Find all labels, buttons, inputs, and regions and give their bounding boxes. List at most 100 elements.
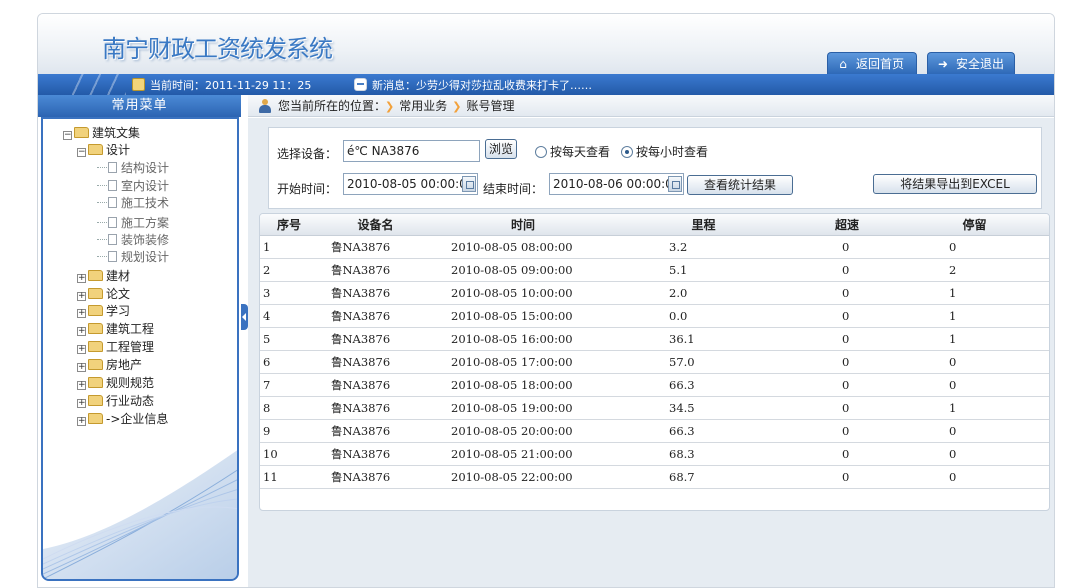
tree-node[interactable]: + 行业动态 (77, 393, 154, 410)
calendar-picker-icon[interactable] (462, 176, 476, 192)
tree-leaf[interactable]: 规划设计 (97, 249, 169, 266)
tree-node[interactable]: + 论文 (77, 286, 130, 303)
collapse-icon[interactable]: − (63, 131, 72, 140)
table-cell: 68.7 (613, 465, 794, 489)
app-title: 南宁财政工资统发系统 (102, 35, 333, 63)
tree-node[interactable]: + 学习 (77, 303, 130, 320)
table-cell: 0 (794, 327, 900, 351)
main-content: 您当前所在的位置： ❯ 常用业务 ❯ 账号管理 选择设备： é℃ NA3876 浏览 按… (248, 95, 1054, 587)
radio-checked-icon[interactable] (621, 146, 633, 158)
results-table: 序号 设备名 时间 里程 超速 停留 1 鲁NA3876 2010-08-05 08… (260, 214, 1049, 489)
start-time-input[interactable]: 2010-08-05 00:00:00 (343, 173, 478, 195)
calendar-picker-icon[interactable] (668, 176, 682, 192)
tree-node-label: 建筑文集 (92, 126, 141, 140)
current-time-text: 当前时间：2011-11-29 11：25 (150, 79, 312, 92)
sidebar-title: 常用菜单 (38, 95, 241, 117)
message-icon (354, 78, 367, 91)
expand-icon[interactable]: + (77, 309, 86, 318)
table-cell: 1 (900, 327, 1049, 351)
table-row[interactable]: 7 鲁NA3876 2010-08-05 18:00:00 66.3 0 0 (260, 373, 1049, 397)
expand-icon[interactable]: + (77, 381, 86, 390)
table-cell: 3.2 (613, 235, 794, 259)
tree-node[interactable]: + 建筑工程 (77, 321, 154, 338)
table-row[interactable]: 9 鲁NA3876 2010-08-05 20:00:00 66.3 0 0 (260, 419, 1049, 443)
folder-icon (88, 377, 103, 388)
decorative-swirl (43, 450, 237, 579)
table-row[interactable]: 10 鲁NA3876 2010-08-05 21:00:00 68.3 0 0 (260, 442, 1049, 466)
table-cell: 0 (794, 396, 900, 420)
table-cell: 0 (794, 419, 900, 443)
folder-icon (88, 270, 103, 281)
news-ticker[interactable]: 新消息：少劳少得对莎拉乱收费来打卡了…… (354, 77, 592, 93)
document-icon (108, 251, 117, 262)
table-row[interactable]: 4 鲁NA3876 2010-08-05 15:00:00 0.0 0 1 (260, 304, 1049, 328)
device-input[interactable]: é℃ NA3876 (343, 140, 480, 162)
expand-icon[interactable]: + (77, 274, 86, 283)
start-time-label: 开始时间： (277, 182, 338, 196)
expand-icon[interactable]: + (77, 292, 86, 301)
tree-leaf[interactable]: 结构设计 (97, 160, 169, 177)
table-cell: 鲁NA3876 (318, 442, 433, 466)
table-row[interactable]: 11 鲁NA3876 2010-08-05 22:00:00 68.7 0 0 (260, 465, 1049, 489)
tree-node[interactable]: + 工程管理 (77, 339, 154, 356)
column-header: 里程 (613, 214, 794, 236)
radio-by-day[interactable]: 按每天查看 (535, 143, 610, 160)
tree-node[interactable]: + 房地产 (77, 357, 142, 374)
document-icon (108, 217, 117, 228)
results-table-panel: 序号 设备名 时间 里程 超速 停留 1 鲁NA3876 2010-08-05 08… (259, 213, 1050, 511)
table-cell: 34.5 (613, 396, 794, 420)
tree-leaf[interactable]: 施工技术 (97, 195, 169, 212)
tree-node-label: 学习 (106, 304, 131, 318)
browse-button[interactable]: 浏览 (485, 139, 517, 159)
tree-leaf[interactable]: 装饰装修 (97, 232, 169, 249)
table-cell: 0 (900, 442, 1049, 466)
tree-leaf[interactable]: 室内设计 (97, 178, 169, 195)
tree-node-design[interactable]: − 设计 (77, 142, 130, 159)
expand-icon[interactable]: + (77, 417, 86, 426)
table-cell: 鲁NA3876 (318, 258, 433, 282)
sidebar-collapse-handle[interactable] (241, 304, 248, 330)
table-cell: 鲁NA3876 (318, 235, 433, 259)
expand-icon[interactable]: + (77, 399, 86, 408)
radio-circle-icon[interactable] (535, 146, 547, 158)
radio-by-hour[interactable]: 按每小时查看 (621, 143, 708, 160)
logout-button[interactable]: ➜ 安全退出 (927, 52, 1015, 74)
export-excel-button[interactable]: 将结果导出到EXCEL (873, 174, 1037, 194)
end-time-input[interactable]: 2010-08-06 00:00:00 (549, 173, 684, 195)
table-cell: 2 (260, 258, 318, 282)
table-cell: 1 (900, 396, 1049, 420)
table-cell: 2 (900, 258, 1049, 282)
decorative-stripes (66, 74, 126, 95)
table-row[interactable]: 1 鲁NA3876 2010-08-05 08:00:00 3.2 0 0 (260, 235, 1049, 259)
news-text[interactable]: 新消息：少劳少得对莎拉乱收费来打卡了…… (372, 79, 592, 92)
table-cell: 2010-08-05 08:00:00 (433, 235, 613, 259)
menu-tree-panel: − 建筑文集 − 设计 结构设计 室内设计 施工技术 施工方案 装饰装修 规划设计 … (41, 117, 239, 581)
content-body: 选择设备： é℃ NA3876 浏览 按每天查看 按每小时查看 开始时间： 20… (248, 118, 1054, 587)
table-cell: 8 (260, 396, 318, 420)
tree-node[interactable]: + 建材 (77, 268, 130, 285)
expand-icon[interactable]: + (77, 327, 86, 336)
expand-icon[interactable]: + (77, 345, 86, 354)
table-cell: 68.3 (613, 442, 794, 466)
table-row[interactable]: 2 鲁NA3876 2010-08-05 09:00:00 5.1 0 2 (260, 258, 1049, 282)
table-cell: 0 (794, 442, 900, 466)
folder-icon (88, 359, 103, 370)
table-row[interactable]: 8 鲁NA3876 2010-08-05 19:00:00 34.5 0 1 (260, 396, 1049, 420)
tree-node[interactable]: + 规则规范 (77, 375, 154, 392)
expand-icon[interactable]: + (77, 363, 86, 372)
query-results-button[interactable]: 查看统计结果 (687, 175, 793, 195)
home-button[interactable]: ⌂ 返回首页 (827, 52, 917, 74)
folder-open-icon (74, 127, 89, 138)
tree-leaf[interactable]: 施工方案 (97, 215, 169, 232)
table-row[interactable]: 5 鲁NA3876 2010-08-05 16:00:00 36.1 0 1 (260, 327, 1049, 351)
table-row[interactable]: 6 鲁NA3876 2010-08-05 17:00:00 57.0 0 0 (260, 350, 1049, 374)
collapse-icon[interactable]: − (77, 148, 86, 157)
tree-node-root[interactable]: − 建筑文集 (63, 125, 140, 142)
breadcrumb-level1[interactable]: 常用业务 (399, 99, 447, 113)
tree-node[interactable]: + ->企业信息 (77, 411, 168, 428)
table-row[interactable]: 3 鲁NA3876 2010-08-05 10:00:00 2.0 0 1 (260, 281, 1049, 305)
table-cell: 2010-08-05 22:00:00 (433, 465, 613, 489)
folder-icon (88, 288, 103, 299)
table-cell: 0 (900, 465, 1049, 489)
document-icon (108, 197, 117, 208)
